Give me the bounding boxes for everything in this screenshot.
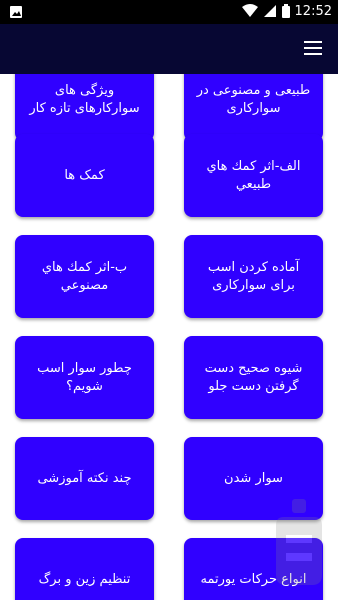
- menu-card-label: چند نکته آموزشی: [37, 470, 132, 486]
- menu-card[interactable]: الف-اثر كمك هاي طبيعي: [184, 134, 323, 217]
- status-bar: 12:52: [0, 0, 338, 24]
- menu-card-label: الف-اثر كمك هاي طبيعي: [206, 158, 301, 192]
- menu-card[interactable]: آماده کردن اسب برای سوارکاری: [184, 235, 323, 318]
- menu-card[interactable]: تنظیم زین و برگ: [15, 538, 154, 600]
- menu-card[interactable]: چطور سوار اسب شویم؟: [15, 336, 154, 419]
- menu-card-label: طبیعی و مصنوعی در سوارکاری: [196, 82, 311, 116]
- menu-card-label: شیوه صحیح دست گرفتن دست جلو: [204, 360, 303, 394]
- signal-icon: [263, 3, 277, 22]
- menu-card[interactable]: چند نکته آموزشی: [15, 437, 154, 520]
- wifi-icon: [241, 3, 258, 22]
- battery-icon: [281, 3, 290, 22]
- clock: 12:52: [294, 4, 332, 19]
- menu-card-label: ویژگی های سوارکارهای تازه کار: [29, 82, 140, 116]
- menu-card-label: ب-اثر كمك هاي مصنوعي: [41, 259, 128, 293]
- menu-card[interactable]: شیوه صحیح دست گرفتن دست جلو: [184, 336, 323, 419]
- menu-card[interactable]: ب-اثر كمك هاي مصنوعي: [15, 235, 154, 318]
- store-logo-watermark: [270, 495, 328, 590]
- menu-card-label: چطور سوار اسب شویم؟: [37, 360, 132, 394]
- menu-card-label: کمک ها: [64, 167, 105, 183]
- hamburger-menu-icon[interactable]: [304, 41, 322, 55]
- menu-card[interactable]: کمک ها: [15, 134, 154, 217]
- menu-card[interactable]: ویژگی های سوارکارهای تازه کار: [15, 74, 154, 141]
- menu-card-label: تنظیم زین و برگ: [38, 571, 131, 587]
- menu-card[interactable]: طبیعی و مصنوعی در سوارکاری: [184, 74, 323, 141]
- image-icon: [9, 4, 23, 23]
- menu-card-label: آماده کردن اسب برای سوارکاری: [207, 259, 300, 293]
- menu-card-label: سوار شدن: [224, 470, 283, 486]
- app-bar: [0, 24, 338, 74]
